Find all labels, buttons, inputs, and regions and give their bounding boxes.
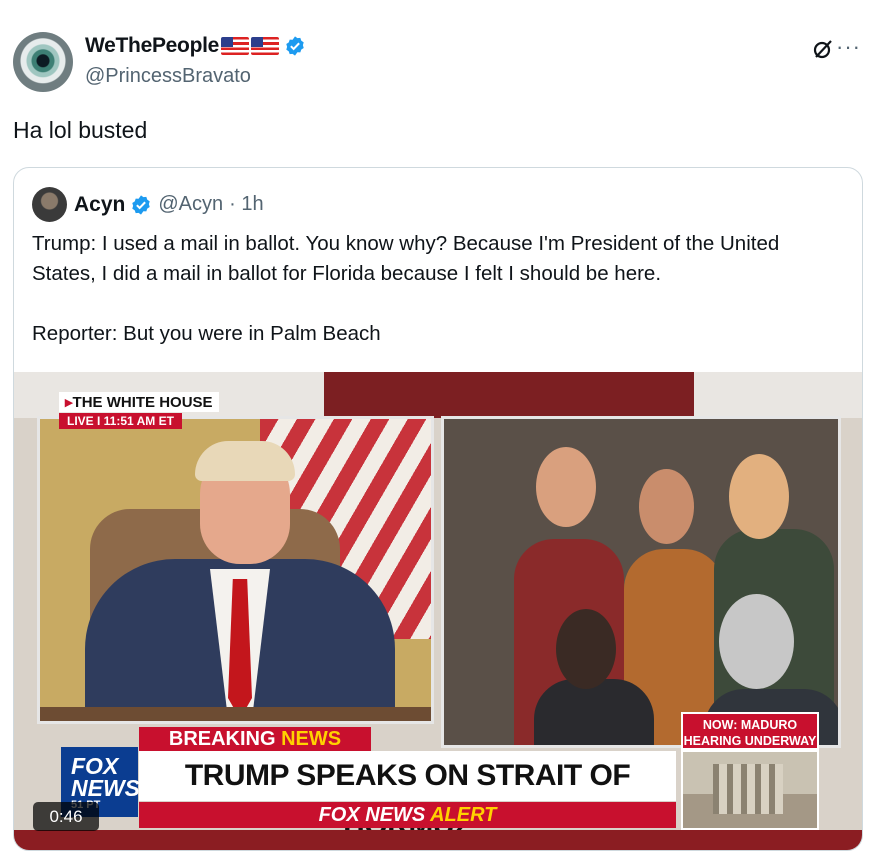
studio-floor: [14, 830, 862, 850]
logo-top: FOX: [71, 753, 119, 779]
alert-suffix: ALERT: [430, 804, 497, 826]
reporter-head: [556, 609, 616, 689]
quote-body: Trump: I used a mail in ballot. You know…: [32, 232, 780, 345]
quote-display-name[interactable]: Acyn: [74, 193, 125, 217]
video-right-pane: [441, 416, 841, 748]
avatar[interactable]: [13, 32, 73, 92]
video-duration[interactable]: 0:46: [33, 802, 99, 831]
reporter-head: [639, 469, 694, 544]
quote-header: Acyn @Acyn · 1h: [32, 187, 264, 222]
verified-badge-icon: [286, 36, 304, 56]
location-label: THE WHITE HOUSE: [72, 394, 213, 411]
more-icon[interactable]: ···: [836, 34, 861, 60]
verified-badge-icon: [132, 194, 151, 215]
fox-alert-bar: FOX NEWS ALERT: [139, 802, 676, 828]
quote-avatar[interactable]: [32, 187, 67, 222]
breaking-suffix: NEWS: [281, 728, 342, 750]
reporter-figure: [534, 679, 654, 745]
video-player[interactable]: ▸THE WHITE HOUSE LIVE I 11:51 AM ET BREA…: [14, 372, 862, 850]
play-triangle-icon: ▸: [65, 394, 73, 411]
live-tag: LIVE I 11:51 AM ET: [59, 413, 182, 429]
speaker-hair: [195, 441, 295, 481]
reporter-head: [719, 594, 794, 689]
breaking-news-banner: BREAKING NEWS: [139, 727, 371, 751]
author-name-row[interactable]: WeThePeople: [85, 34, 306, 58]
us-flag-icon: [221, 37, 250, 55]
table: [40, 707, 431, 721]
breaking-prefix: BREAKING: [168, 728, 276, 750]
quote-timestamp[interactable]: · 1h: [229, 193, 263, 216]
headline-banner: TRUMP SPEAKS ON STRAIT OF HORMUZ: [139, 751, 676, 842]
author-handle[interactable]: @PrincessBravato: [85, 65, 251, 88]
reporter-head: [536, 447, 596, 527]
tweet-text: Ha lol busted: [13, 117, 148, 143]
courthouse-thumbnail: [681, 750, 819, 830]
grok-icon[interactable]: [811, 37, 835, 61]
tweet-header: WeThePeople @PrincessBravato ···: [13, 30, 863, 92]
display-name[interactable]: WeThePeople: [85, 34, 219, 58]
quote-handle[interactable]: @Acyn: [158, 193, 223, 216]
alert-prefix: FOX NEWS: [318, 804, 426, 826]
quoted-tweet[interactable]: Acyn @Acyn · 1h Trump: I used a mail in …: [13, 167, 863, 851]
location-tag: ▸THE WHITE HOUSE: [59, 392, 219, 412]
logo-bottom: NEWS: [71, 775, 140, 801]
building-columns: [713, 764, 783, 814]
video-left-pane: [37, 416, 434, 724]
reporter-head: [729, 454, 789, 539]
us-flag-icon: [251, 37, 280, 55]
side-banner: NOW: MADURO HEARING UNDERWAY: [681, 712, 819, 750]
